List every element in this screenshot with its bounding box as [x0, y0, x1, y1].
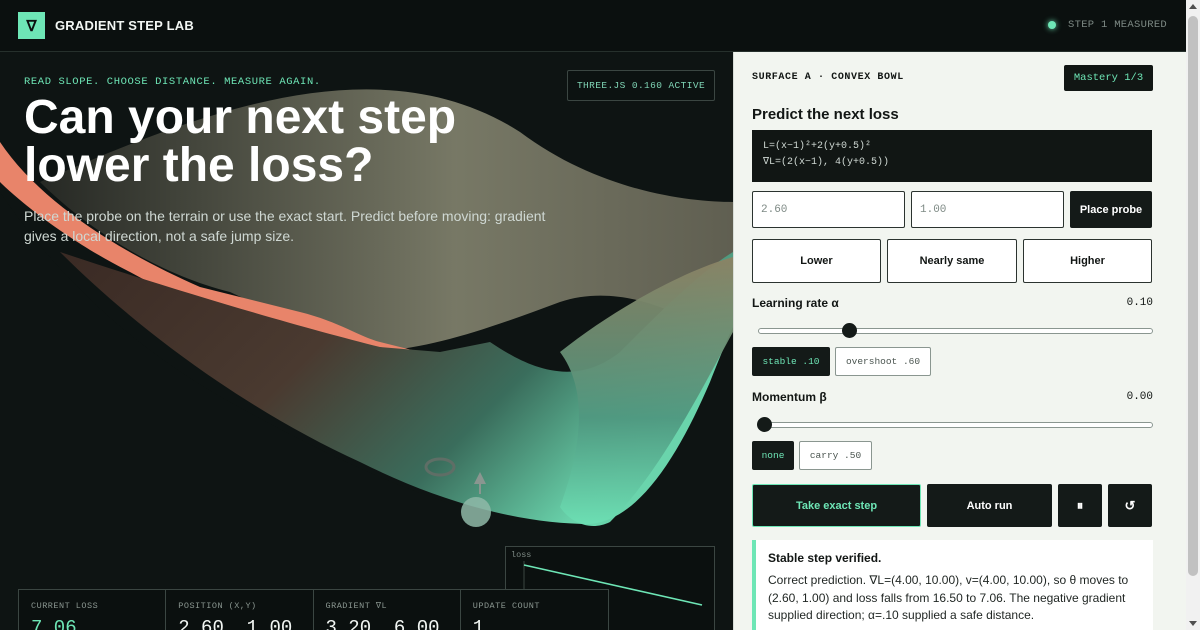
- probe-ball-icon: [461, 497, 491, 527]
- metric-position: POSITION (X,Y) 2.60, 1.00: [166, 590, 314, 630]
- reset-icon[interactable]: ↺: [1108, 484, 1152, 527]
- predict-same-button[interactable]: Nearly same: [887, 239, 1017, 283]
- momentum-slider[interactable]: [757, 417, 1153, 432]
- scroll-up-icon[interactable]: [1189, 4, 1197, 9]
- status-dot-icon: [1048, 21, 1056, 29]
- page-title: Can your next step lower the loss?: [24, 91, 457, 192]
- metric-value: 2.60, 1.00: [178, 617, 293, 630]
- section-title: Predict the next loss: [752, 106, 899, 123]
- learning-rate-value: 0.10: [1126, 297, 1153, 309]
- top-bar: ∇ GRADIENT STEP LAB STEP 1 MEASURED: [0, 0, 1186, 52]
- formula-box: L=(x−1)²+2(y+0.5)² ∇L=(2(x−1), 4(y+0.5)): [752, 130, 1152, 182]
- metric-label: POSITION (X,Y): [178, 601, 257, 611]
- learning-rate-slider[interactable]: [758, 323, 1153, 338]
- mastery-badge: Mastery 1/3: [1064, 65, 1153, 91]
- metric-label: CURRENT LOSS: [31, 601, 99, 611]
- learning-rate-label: Learning rate α: [752, 296, 839, 310]
- x-input[interactable]: 2.60: [752, 191, 905, 228]
- feedback-card: Stable step verified. Correct prediction…: [752, 540, 1153, 630]
- metric-value: 1: [472, 617, 485, 630]
- momentum-carry-chip[interactable]: carry .50: [799, 441, 872, 470]
- predict-lower-button[interactable]: Lower: [752, 239, 881, 283]
- preset-stable-chip[interactable]: stable .10: [752, 347, 830, 376]
- pause-icon[interactable]: ⏸: [1058, 484, 1102, 527]
- place-probe-button[interactable]: Place probe: [1070, 191, 1152, 228]
- feedback-title: Stable step verified.: [768, 551, 882, 565]
- metrics-strip: CURRENT LOSS 7.06 POSITION (X,Y) 2.60, 1…: [18, 589, 609, 630]
- stage-kicker: READ SLOPE. CHOOSE DISTANCE. MEASURE AGA…: [24, 76, 321, 88]
- predict-higher-button[interactable]: Higher: [1023, 239, 1152, 283]
- feedback-body: Correct prediction. ∇L=(4.00, 10.00), v=…: [768, 573, 1129, 622]
- metric-value: 3.20, 6.00: [325, 617, 440, 630]
- control-panel: SURFACE A · CONVEX BOWL Mastery 1/3 Pred…: [733, 52, 1186, 630]
- metric-update-count: UPDATE COUNT 1: [461, 590, 608, 630]
- take-step-button[interactable]: Take exact step: [752, 484, 921, 527]
- metric-label: GRADIENT ∇L: [325, 601, 388, 611]
- page-scrollbar[interactable]: [1186, 0, 1200, 630]
- app-title: GRADIENT STEP LAB: [55, 18, 194, 33]
- stage-subtitle: Place the probe on the terrain or use th…: [24, 208, 546, 244]
- logo-icon: ∇: [18, 12, 45, 39]
- metric-label: UPDATE COUNT: [472, 601, 540, 611]
- auto-run-button[interactable]: Auto run: [927, 484, 1052, 527]
- y-input[interactable]: 1.00: [911, 191, 1064, 228]
- momentum-label: Momentum β: [752, 390, 827, 404]
- scroll-down-icon[interactable]: [1189, 621, 1197, 626]
- momentum-none-chip[interactable]: none: [752, 441, 794, 470]
- scrollbar-thumb[interactable]: [1188, 16, 1198, 576]
- surface-label: SURFACE A · CONVEX BOWL: [752, 72, 904, 83]
- metric-current-loss: CURRENT LOSS 7.06: [19, 590, 167, 630]
- preset-overshoot-chip[interactable]: overshoot .60: [835, 347, 931, 376]
- loss-formula: L=(x−1)²+2(y+0.5)²: [763, 141, 872, 152]
- momentum-value: 0.00: [1126, 391, 1153, 403]
- terrain-stage[interactable]: READ SLOPE. CHOOSE DISTANCE. MEASURE AGA…: [0, 52, 733, 630]
- metric-value: 7.06: [31, 617, 77, 630]
- gradient-formula: ∇L=(2(x−1), 4(y+0.5)): [763, 157, 890, 168]
- engine-badge: THREE.JS 0.160 ACTIVE: [567, 70, 715, 101]
- momentum-slider-thumb[interactable]: [757, 417, 772, 432]
- learning-rate-slider-thumb[interactable]: [841, 323, 857, 338]
- metric-gradient: GRADIENT ∇L 3.20, 6.00: [314, 590, 461, 630]
- status-text: STEP 1 MEASURED: [1068, 19, 1168, 31]
